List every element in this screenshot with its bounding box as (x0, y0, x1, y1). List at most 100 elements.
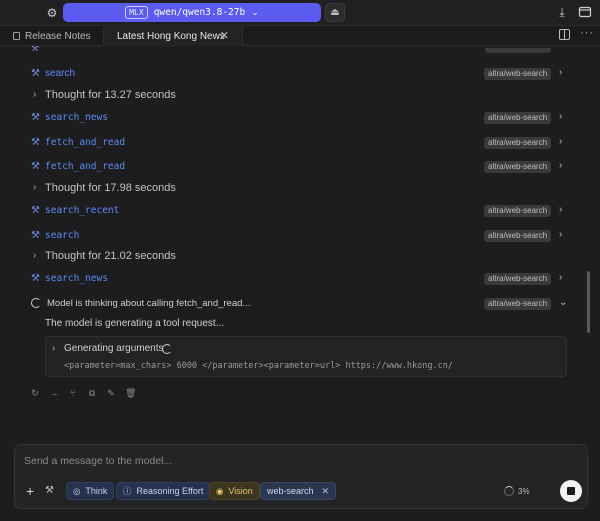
thinking-row[interactable]: Model is thinking about calling fetch_an… (0, 295, 580, 313)
branch-icon[interactable]: ⑂ (68, 387, 78, 399)
split-view-icon[interactable] (559, 29, 570, 40)
document-icon (13, 32, 20, 40)
plugin-badge: altra/web-search (484, 161, 552, 173)
chevron-right-icon: › (33, 250, 37, 261)
title-bar: ⚙ MLX qwen/qwen3.8-27b ⌄ ⏏ ⤓ (0, 0, 600, 26)
message-actions: ↻ → ⑂ ⧉ ✎ 🗑 (30, 387, 136, 399)
window-icon[interactable] (578, 5, 592, 19)
regenerate-icon[interactable]: ↻ (30, 387, 40, 399)
plugin-badge: altra/web-search (484, 273, 552, 285)
generating-arguments-panel[interactable]: › Generating arguments <parameter=max_ch… (45, 336, 567, 377)
model-format-badge: MLX (125, 6, 148, 19)
wrench-icon: ⚒ (31, 205, 40, 216)
message-composer: + ⚒ ◎ Think ⓘ Reasoning Effort ◉ Vision … (14, 444, 588, 509)
plugin-badge: altra/web-search (484, 137, 552, 149)
think-toggle[interactable]: ◎ Think (66, 482, 115, 500)
generating-status: The model is generating a tool request..… (45, 318, 224, 329)
tool-name: search_news (45, 112, 108, 123)
chevron-right-icon[interactable]: › (52, 343, 55, 354)
model-selector[interactable]: MLX qwen/qwen3.8-27b ⌄ (63, 3, 321, 22)
tool-call-row[interactable]: ⚒ fetch_and_read altra/web-search › (0, 134, 580, 152)
thought-row[interactable]: › Thought for 21.02 seconds (0, 248, 580, 266)
chevron-right-icon[interactable]: › (559, 67, 562, 78)
reasoning-effort-label: Reasoning Effort (136, 486, 204, 496)
info-icon: ⓘ (123, 486, 132, 496)
tab-bar: Release Notes Latest Hong Kong News ✕ (0, 26, 600, 46)
tool-call-row[interactable]: ⚒ search_news altra/web-search › (0, 270, 580, 288)
plugin-badge: altra/web-search (484, 112, 552, 124)
conversation-area: ⚒ ⚒ search altra/web-search › › Thought … (0, 46, 600, 442)
tab-label: Latest Hong Kong News (117, 30, 225, 42)
tool-name: search_news (45, 273, 108, 284)
chevron-right-icon[interactable]: › (559, 229, 562, 240)
gear-icon[interactable]: ⚙ (45, 6, 59, 20)
stop-button[interactable] (560, 480, 582, 502)
chevron-down-icon[interactable]: ⌄ (559, 297, 567, 308)
reasoning-effort-toggle[interactable]: ⓘ Reasoning Effort (116, 482, 211, 500)
wrench-icon: ⚒ (31, 46, 40, 53)
tool-call-row[interactable]: ⚒ search altra/web-search › (0, 65, 580, 83)
eye-icon: ◉ (216, 485, 224, 496)
edit-icon[interactable]: ✎ (106, 387, 116, 399)
plugin-badge: altra/web-search (484, 68, 552, 80)
loading-spinner-icon (31, 298, 41, 308)
wrench-icon: ⚒ (31, 161, 40, 172)
model-name: qwen/qwen3.8-27b (153, 7, 246, 18)
plugin-badge: altra/web-search (484, 205, 552, 217)
add-attachment-icon[interactable]: + (26, 483, 34, 499)
more-icon[interactable]: ··· (580, 27, 594, 39)
tool-call-row[interactable]: ⚒ search altra/web-search › (0, 227, 580, 245)
chevron-right-icon[interactable]: › (559, 204, 562, 215)
wrench-icon: ⚒ (31, 230, 40, 241)
lightbulb-icon: ◎ (73, 485, 81, 496)
tool-name: search_recent (45, 205, 120, 216)
continue-icon[interactable]: → (49, 387, 59, 399)
context-usage-ring-icon (504, 486, 514, 496)
context-usage-percent: 3% (518, 487, 530, 496)
thought-text: Thought for 17.98 seconds (45, 182, 176, 194)
thinking-status: Model is thinking about calling fetch_an… (47, 298, 251, 309)
delete-icon[interactable]: 🗑 (125, 387, 136, 399)
chevron-down-icon: ⌄ (251, 7, 259, 17)
eject-icon[interactable]: ⏏ (325, 3, 345, 22)
web-search-chip[interactable]: web-search ✕ (260, 482, 337, 500)
vision-label: Vision (228, 486, 253, 496)
close-icon[interactable]: ✕ (322, 486, 330, 497)
loading-spinner-icon (162, 344, 172, 354)
chevron-right-icon[interactable]: › (559, 272, 562, 283)
scrollbar[interactable] (587, 271, 590, 333)
tool-name: fetch_and_read (45, 137, 126, 148)
tool-name: fetch_and_read (45, 161, 126, 172)
tool-name: search (45, 68, 76, 79)
tab-release-notes[interactable]: Release Notes (0, 26, 104, 46)
chevron-right-icon: › (33, 182, 37, 193)
thought-text: Thought for 13.27 seconds (45, 89, 176, 101)
tab-label: Release Notes (25, 30, 91, 42)
tool-call-row[interactable]: ⚒ fetch_and_read altra/web-search › (0, 158, 580, 176)
thought-text: Thought for 21.02 seconds (45, 250, 176, 262)
tool-call-row[interactable]: ⚒ search_recent altra/web-search › (0, 202, 580, 220)
tool-call-row[interactable]: ⚒ search_news altra/web-search › (0, 109, 580, 127)
tool-name: search (45, 230, 80, 241)
wrench-icon: ⚒ (31, 137, 40, 148)
chevron-right-icon[interactable]: › (559, 111, 562, 122)
copy-icon[interactable]: ⧉ (87, 387, 97, 399)
wrench-icon: ⚒ (31, 112, 40, 123)
wrench-icon: ⚒ (31, 273, 40, 284)
message-input[interactable] (24, 454, 564, 468)
chevron-right-icon[interactable]: › (559, 160, 562, 171)
thought-row[interactable]: › Thought for 17.98 seconds (0, 180, 580, 198)
web-search-label: web-search (267, 486, 314, 496)
tools-icon[interactable]: ⚒ (45, 485, 54, 496)
wrench-icon: ⚒ (31, 68, 40, 79)
arguments-code: <parameter=max_chars> 6000 </parameter><… (64, 361, 453, 371)
close-icon[interactable]: ✕ (220, 29, 229, 42)
download-icon[interactable]: ⤓ (555, 5, 569, 19)
generating-label: Generating arguments (64, 343, 164, 354)
vision-toggle[interactable]: ◉ Vision (209, 482, 260, 500)
plugin-badge: altra/web-search (484, 298, 552, 310)
chevron-right-icon[interactable]: › (559, 136, 562, 147)
thought-row[interactable]: › Thought for 13.27 seconds (0, 87, 580, 105)
chevron-right-icon: › (33, 89, 37, 100)
tab-latest-hong-kong-news[interactable]: Latest Hong Kong News ✕ (104, 26, 243, 46)
